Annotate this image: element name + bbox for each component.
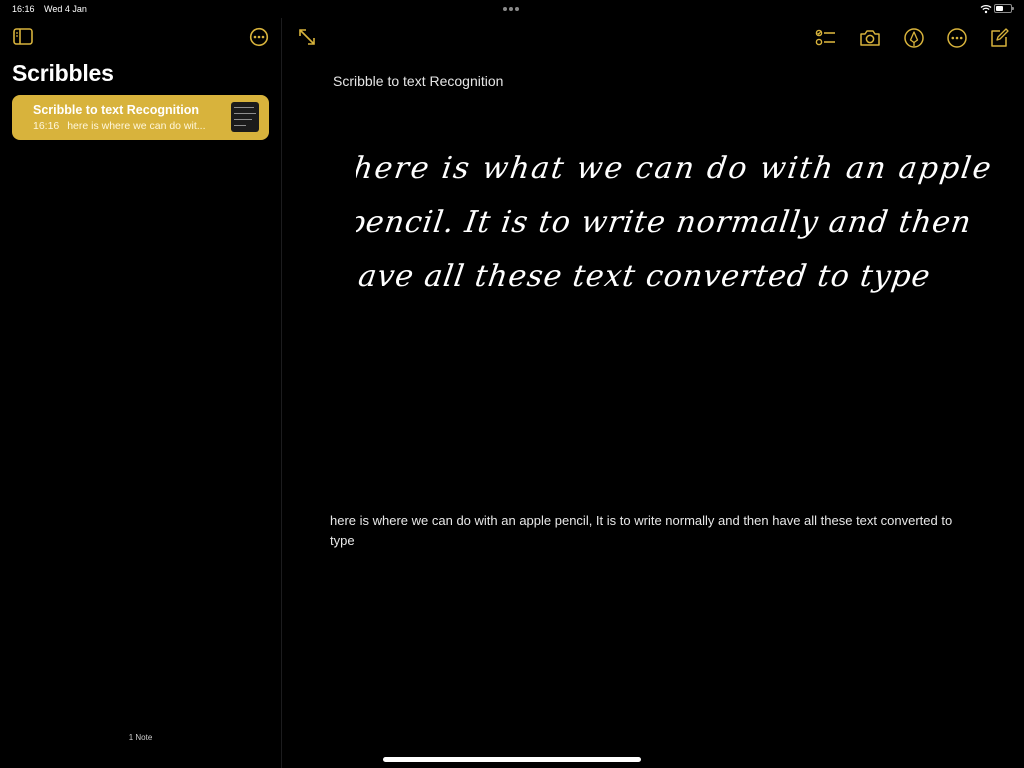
status-bar: 16:16 Wed 4 Jan	[0, 0, 1024, 18]
checklist-icon[interactable]	[814, 27, 836, 49]
note-item-preview: here is where we can do wit...	[67, 120, 206, 132]
dot	[509, 7, 513, 11]
battery-icon	[994, 4, 1014, 13]
camera-icon[interactable]	[859, 27, 881, 49]
pen-tip-circle-icon[interactable]	[903, 27, 925, 49]
sidebar-icon[interactable]	[13, 28, 33, 45]
expand-arrows-icon[interactable]	[296, 26, 318, 48]
note-thumbnail	[231, 102, 259, 132]
notes-app-screen: 16:16 Wed 4 Jan Scribbles Scribble to te…	[0, 0, 1024, 768]
note-body-text[interactable]: here is where we can do with an apple pe…	[330, 511, 970, 551]
handwriting-line: have all these text converted to type	[356, 259, 933, 294]
notes-sidebar: Scribbles Scribble to text Recognition 1…	[0, 18, 282, 768]
dot	[503, 7, 507, 11]
home-indicator[interactable]	[383, 757, 641, 762]
ellipsis-circle-icon[interactable]	[946, 27, 968, 49]
note-item-meta: 16:16 here is where we can do wit...	[33, 120, 206, 132]
note-list-item[interactable]: Scribble to text Recognition 16:16 here …	[12, 95, 269, 140]
ellipsis-circle-icon[interactable]	[249, 27, 269, 47]
note-item-title: Scribble to text Recognition	[33, 103, 199, 117]
status-time: 16:16	[12, 4, 35, 14]
handwriting-line: pencil. It is to write normally and then	[356, 205, 974, 240]
status-date: Wed 4 Jan	[44, 4, 87, 14]
dot	[515, 7, 519, 11]
note-count: 1 Note	[128, 733, 153, 742]
handwriting-line: here is what we can do with an apple	[356, 151, 995, 186]
compose-icon[interactable]	[988, 27, 1010, 49]
handwriting-drawing[interactable]: here is what we can do with an apple pen…	[356, 150, 996, 320]
note-item-time: 16:16	[33, 120, 60, 132]
wifi-icon	[980, 5, 992, 14]
note-editor: Scribble to text Recognition here is wha…	[282, 18, 1024, 768]
note-title[interactable]: Scribble to text Recognition	[333, 73, 503, 89]
folder-title: Scribbles	[12, 60, 114, 86]
multitasking-dots[interactable]	[503, 7, 519, 11]
